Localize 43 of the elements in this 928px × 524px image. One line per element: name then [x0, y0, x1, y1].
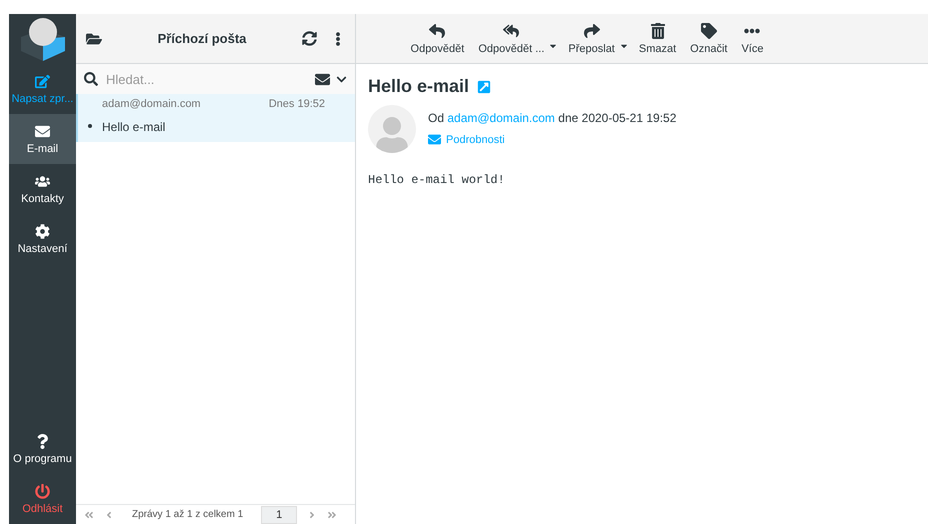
chevron-icon[interactable] [336, 74, 347, 84]
sender-line: Od adam@domain.com dne 2020-05-21 19:52 [428, 111, 676, 125]
envelope-icon [35, 124, 50, 138]
envelope-icon [428, 133, 441, 146]
sidebar-item[interactable]: Napsat zpr... [9, 64, 76, 114]
toolbar-button[interactable]: Více [737, 22, 768, 54]
message-subject: Hello e-mail [102, 120, 166, 134]
settings-icon [35, 224, 50, 238]
people-icon [35, 174, 50, 188]
edit-icon [35, 74, 50, 88]
folder-icon[interactable] [86, 30, 102, 46]
refresh-icon[interactable] [302, 31, 317, 46]
sidebar-item[interactable]: E-mail [9, 114, 76, 164]
sidebar-item[interactable]: Kontakty [9, 164, 76, 214]
pagination-text: Zprávy 1 až 1 z celkem 1 [132, 509, 244, 520]
folder-title: Příchozí pošta [156, 31, 248, 46]
toolbar-button[interactable]: Přeposlat [564, 22, 619, 54]
reply-icon [429, 22, 446, 38]
power-icon [35, 484, 50, 498]
toolbar-button[interactable]: Smazat [634, 22, 680, 54]
toolbar-button[interactable]: Odpovědět [406, 22, 468, 54]
message-body: Hello e-mail world! [368, 173, 506, 187]
toolbar-button[interactable]: Odpovědět ... [474, 22, 548, 54]
search-icon [84, 72, 98, 86]
trash-icon [650, 22, 666, 38]
search-bar[interactable]: Hledat... [76, 64, 355, 94]
sidebar-item[interactable]: Odhlásit [9, 474, 76, 524]
sidebar-item[interactable]: Nastavení [9, 214, 76, 264]
envelope-icon[interactable] [315, 72, 330, 86]
sender: adam@domain.com [102, 98, 201, 110]
sidebar-item[interactable]: O programu [9, 424, 76, 474]
search-field[interactable]: Hledat... [104, 70, 309, 88]
forward-icon [584, 22, 600, 38]
reply-all-icon [503, 22, 520, 38]
message-row[interactable]: adam@domain.com Dnes 19:52 Hello e-mail [76, 94, 355, 142]
avatar-icon [368, 105, 416, 153]
question-icon [35, 434, 50, 448]
message-title: Hello e-mail [368, 76, 470, 97]
toolbar-button[interactable]: Označit [686, 22, 732, 54]
logo-icon [18, 15, 66, 63]
page-field[interactable]: 1 [261, 506, 298, 524]
tag-icon [700, 22, 717, 38]
message-date: Dnes 19:52 [268, 98, 325, 110]
